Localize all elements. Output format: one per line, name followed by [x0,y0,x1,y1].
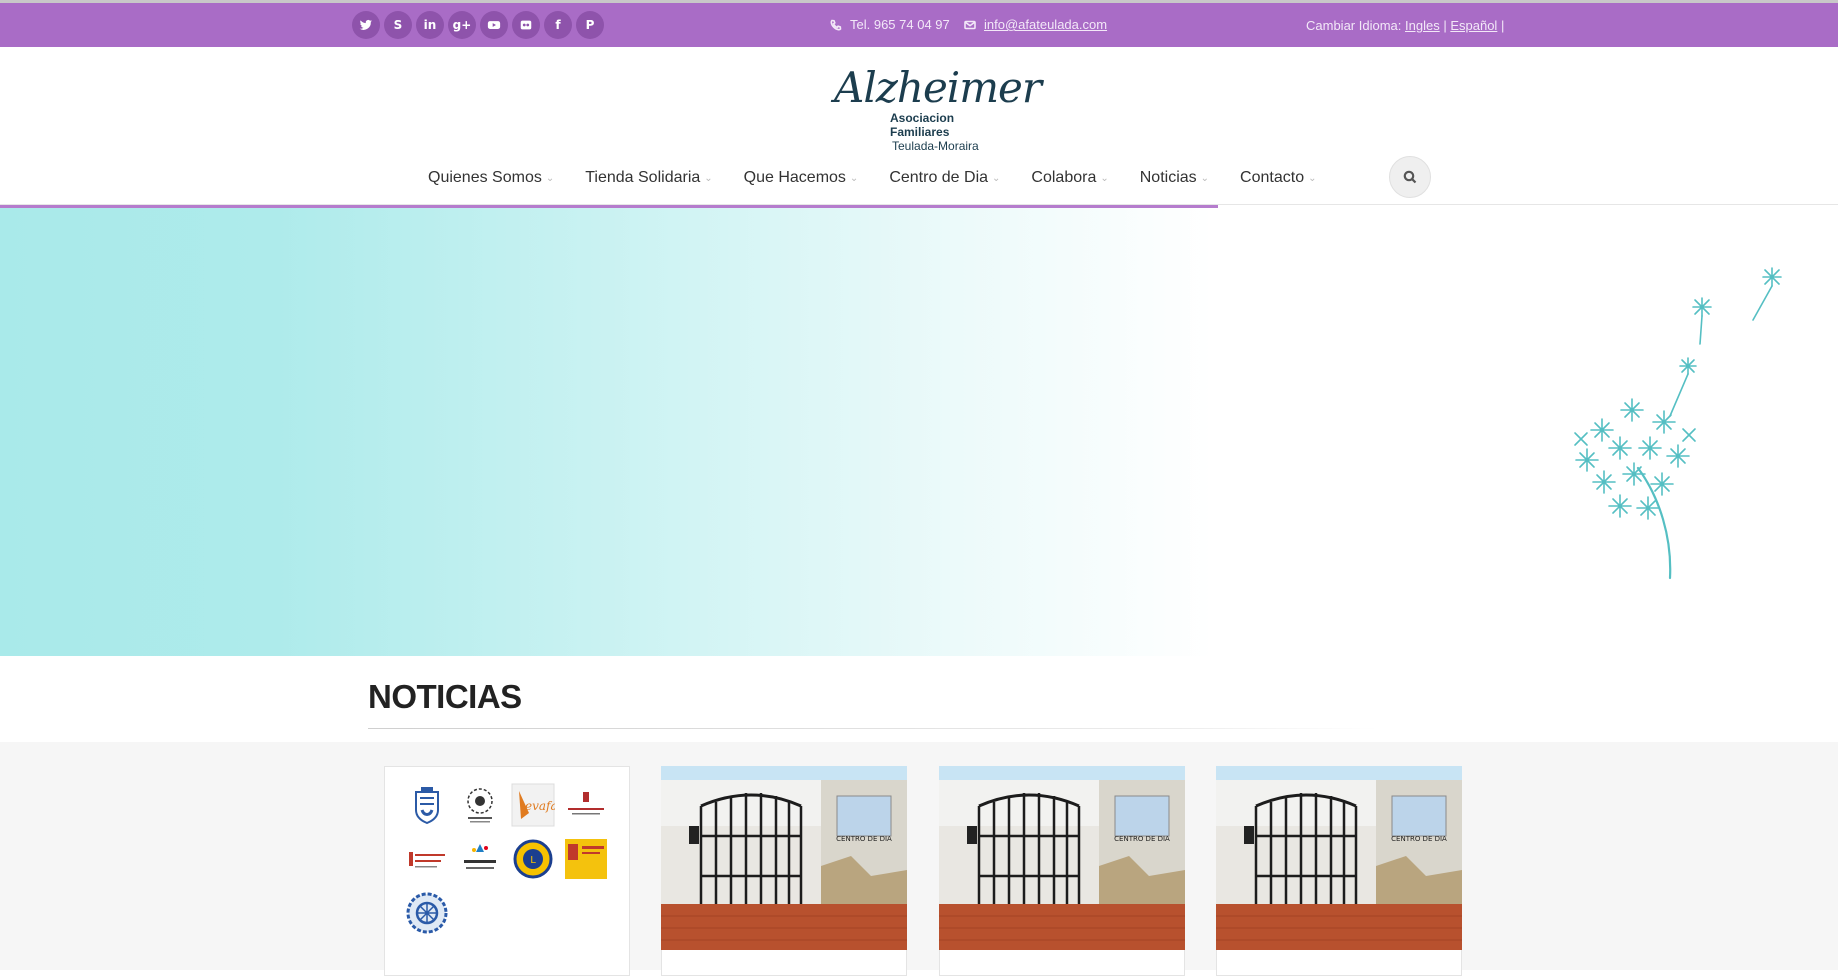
phone-number: Tel. 965 74 04 97 [850,17,950,32]
news-card[interactable]: CENTRO DE DIA [661,766,907,976]
lions-club-logo: L [511,837,555,881]
teulada-shield-logo [405,783,449,827]
logo-line-2: Teulada-Moraira [892,139,979,153]
email-link[interactable]: info@afateulada.com [984,17,1107,32]
news-divider [368,728,1378,729]
svg-text:L: L [530,855,536,866]
day-center-photo: CENTRO DE DIA [661,766,907,950]
svg-text:evafa: evafa [525,799,555,813]
email-contact: info@afateulada.com [964,17,1107,32]
language-english-link[interactable]: Ingles [1405,18,1440,33]
linkedin-icon[interactable]: in [416,11,444,39]
top-bar: S in g+ f P Tel. 965 74 04 97 info@afate… [0,0,1838,47]
generalitat-valenciana-logo-2 [405,837,449,881]
envelope-icon [964,20,976,29]
nav-item-label: Contacto [1240,169,1305,186]
nav-item-centro-de-dia[interactable]: Centro de Dia ⌄ [889,169,1000,187]
main-navigation: Quienes Somos ⌄ Tienda Solidaria ⌄ Que H… [428,169,1347,187]
day-center-sign: CENTRO DE DIA [836,835,892,843]
phone-icon [830,19,842,31]
day-center-sign: CENTRO DE DIA [1391,835,1447,843]
logo-script-text: Alzheimer [834,63,1042,112]
flickr-icon[interactable] [512,11,540,39]
google-plus-icon[interactable]: g+ [448,11,476,39]
search-button[interactable] [1389,156,1431,198]
day-center-sign: CENTRO DE DIA [1114,835,1170,843]
site-logo[interactable]: Alzheimer Asociacion Familiares Teulada-… [834,63,1042,153]
nav-item-contacto[interactable]: Contacto ⌄ [1240,169,1316,187]
news-heading: NOTICIAS [368,678,522,715]
nav-item-label: Colabora [1031,169,1097,186]
day-center-photo: CENTRO DE DIA [1216,766,1462,950]
evafa-logo: evafa [511,783,555,827]
pinterest-icon[interactable]: P [576,11,604,39]
site-header: Alzheimer Asociacion Familiares Teulada-… [0,47,1838,205]
dandelion-illustration [1574,267,1782,580]
nav-item-tienda-solidaria[interactable]: Tienda Solidaria ⌄ [585,169,712,187]
hero-slider [0,208,1838,656]
nav-item-label: Tienda Solidaria [585,169,701,186]
nav-item-label: Quienes Somos [428,169,542,186]
sponsor-logos: evafa L [405,783,615,935]
news-card[interactable]: CENTRO DE DIA [939,766,1185,976]
news-grid: evafa L CENTRO DE DIA CENTRO DE DIA CENT… [0,742,1838,976]
language-separator: | [1443,18,1447,33]
language-label: Cambiar Idioma: [1306,18,1402,33]
skype-icon[interactable]: S [384,11,412,39]
nav-item-label: Centro de Dia [889,169,989,186]
nav-item-quienes-somos[interactable]: Quienes Somos ⌄ [428,169,554,187]
language-switcher: Cambiar Idioma: Ingles | Español | [1306,18,1504,33]
phone-contact: Tel. 965 74 04 97 [830,17,950,32]
nav-item-label: Noticias [1139,169,1197,186]
chevron-down-icon: ⌄ [1308,172,1317,184]
nav-item-label: Que Hacemos [743,169,846,186]
rotary-club-logo [405,891,449,935]
chevron-down-icon: ⌄ [1200,172,1210,184]
chevron-down-icon: ⌄ [545,172,555,184]
news-card[interactable]: CENTRO DE DIA [1216,766,1462,976]
language-separator: | [1500,18,1505,33]
twitter-icon[interactable] [352,11,380,39]
facebook-icon[interactable]: f [544,11,572,39]
obra-social-la-caixa-logo [458,837,502,881]
news-card[interactable]: evafa L [384,766,630,976]
chevron-down-icon: ⌄ [1100,172,1109,184]
ceafa-logo [458,783,502,827]
logo-subtitle: Asociacion Familiares Teulada-Moraira [890,111,1014,153]
search-icon [1403,170,1417,184]
nav-item-noticias[interactable]: Noticias ⌄ [1140,169,1209,187]
social-links: S in g+ f P [352,11,604,39]
language-spanish-link[interactable]: Español [1450,18,1497,33]
logo-line-1: Asociacion Familiares [890,111,955,139]
generalitat-valenciana-logo [564,783,608,827]
news-section-header: NOTICIAS [0,656,1838,742]
chevron-down-icon: ⌄ [992,172,1001,184]
nav-item-colabora[interactable]: Colabora ⌄ [1031,169,1108,187]
youtube-icon[interactable] [480,11,508,39]
day-center-photo: CENTRO DE DIA [939,766,1185,950]
nav-item-que-hacemos[interactable]: Que Hacemos ⌄ [744,169,859,187]
spain-government-logo [564,837,608,881]
chevron-down-icon: ⌄ [704,172,713,184]
chevron-down-icon: ⌄ [849,172,859,184]
